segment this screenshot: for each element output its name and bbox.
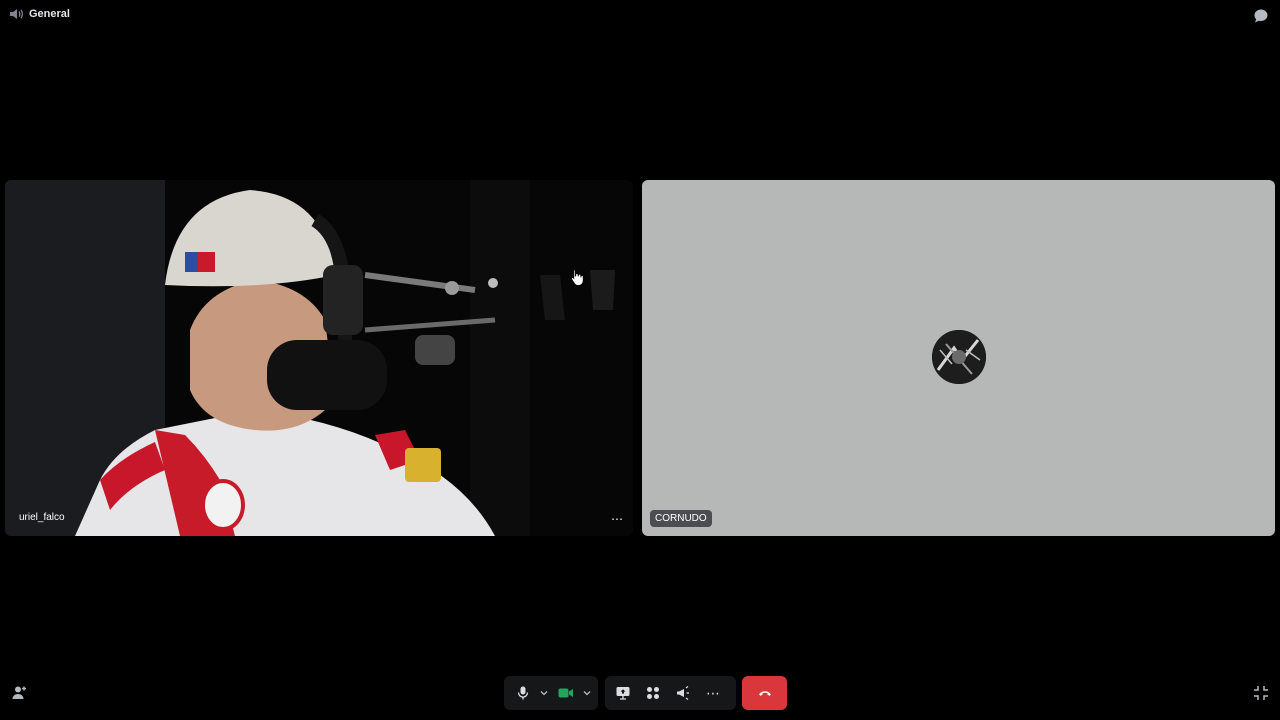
minimize-icon xyxy=(1252,684,1270,702)
participant-name-tag: uriel_falco xyxy=(19,512,65,523)
more-options-label: ⋯ xyxy=(706,685,720,701)
phone-hangup-icon xyxy=(758,689,772,697)
call-controls-bar: ⋯ xyxy=(0,676,1280,710)
participant-tile-avatar[interactable]: CORNUDO xyxy=(642,180,1275,536)
tile-more-options-button[interactable]: ⋯ xyxy=(610,512,624,526)
chevron-down-icon xyxy=(583,690,591,696)
participant-tile-video[interactable]: uriel_falco ⋯ xyxy=(5,180,633,536)
soundboard-icon xyxy=(676,686,690,700)
microphone-options-button[interactable] xyxy=(537,679,551,707)
camera-icon xyxy=(558,687,574,699)
voice-channel-header[interactable]: General xyxy=(9,8,70,20)
camera-toggle-button[interactable] xyxy=(551,679,580,707)
avatar xyxy=(932,330,986,384)
disconnect-button[interactable] xyxy=(742,676,787,710)
chat-bubble-icon[interactable] xyxy=(1253,8,1269,24)
soundboard-button[interactable] xyxy=(668,679,698,707)
webcam-video-feed xyxy=(5,180,633,536)
channel-name: General xyxy=(29,8,70,20)
speaker-icon xyxy=(9,8,23,20)
hand-cursor-icon xyxy=(570,268,584,286)
camera-options-button[interactable] xyxy=(580,679,594,707)
screen-share-button[interactable] xyxy=(608,679,638,707)
invite-user-button[interactable] xyxy=(10,684,28,702)
activities-button[interactable] xyxy=(638,679,668,707)
chevron-down-icon xyxy=(540,690,548,696)
participant-name-tag: CORNUDO xyxy=(650,510,712,527)
audio-video-controls xyxy=(504,676,598,710)
activities-icon xyxy=(646,686,660,700)
microphone-toggle-button[interactable] xyxy=(508,679,537,707)
top-bar: General xyxy=(0,0,1280,32)
screen-share-icon xyxy=(616,686,630,700)
activity-controls: ⋯ xyxy=(605,676,736,710)
microphone-icon xyxy=(517,686,529,700)
voice-call-screen: General uriel_falco ⋯ CORNUDO ⋯ xyxy=(0,0,1280,720)
more-options-button[interactable]: ⋯ xyxy=(698,679,728,707)
exit-fullscreen-button[interactable] xyxy=(1252,684,1270,702)
person-add-icon xyxy=(10,684,28,702)
